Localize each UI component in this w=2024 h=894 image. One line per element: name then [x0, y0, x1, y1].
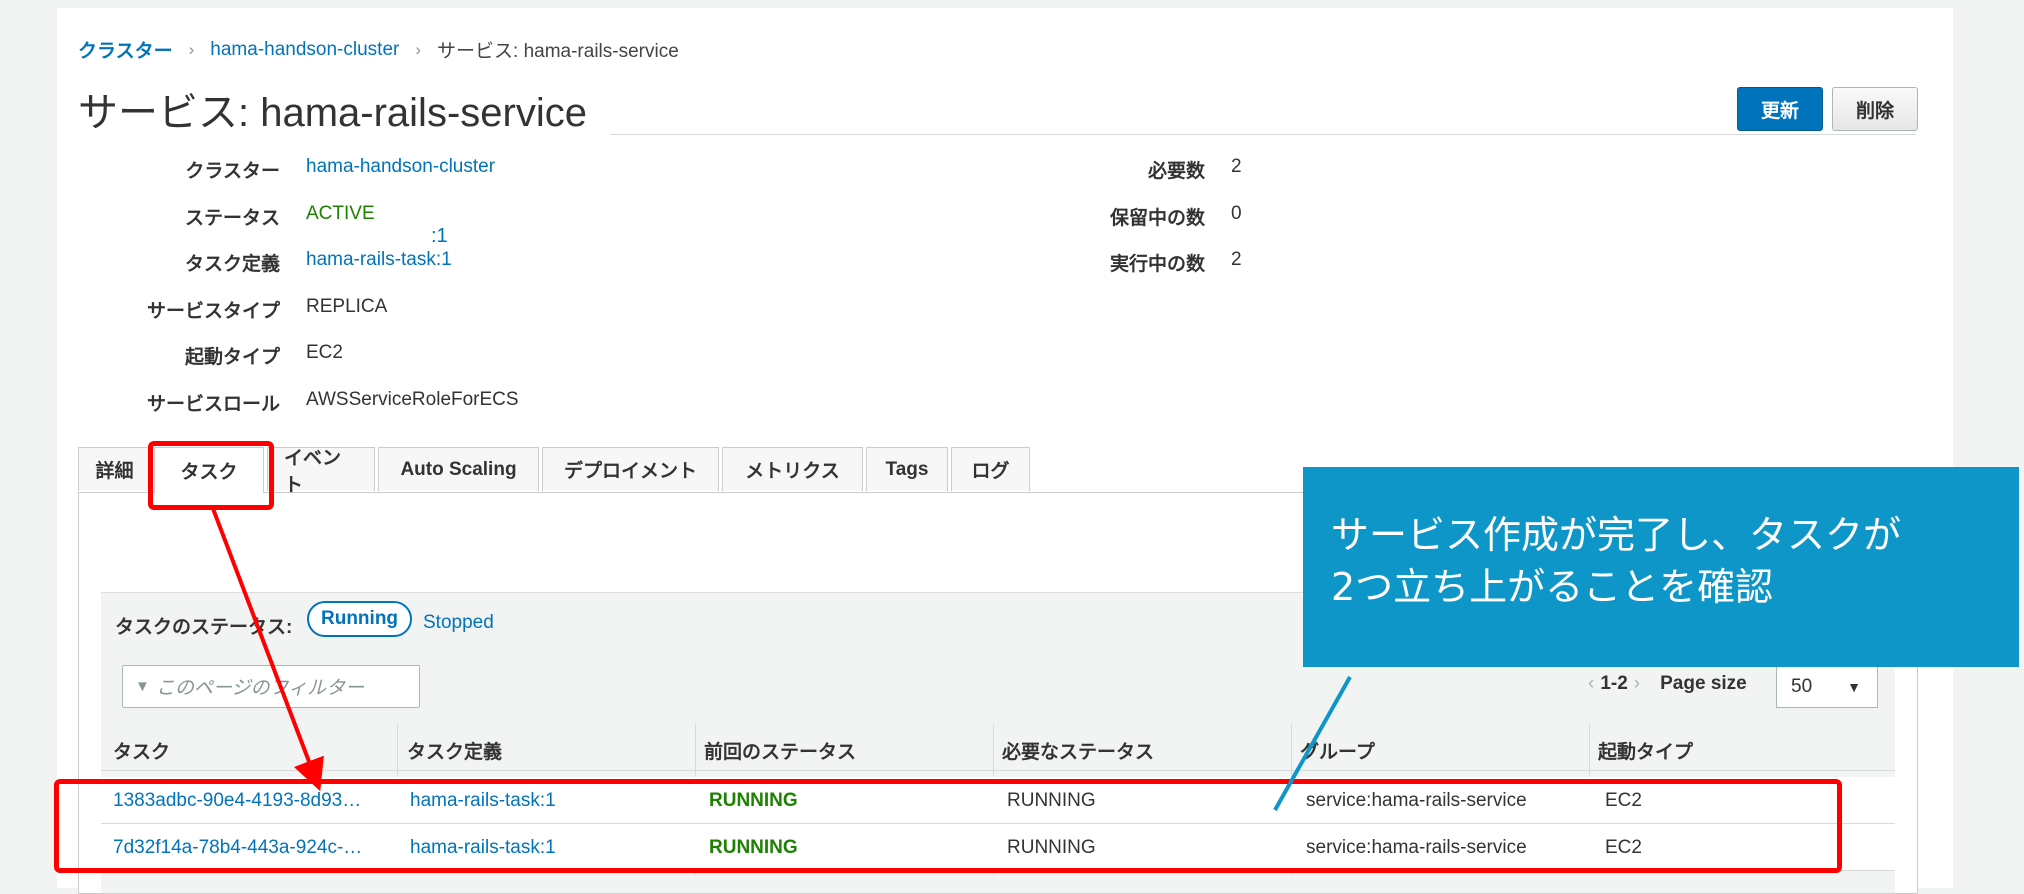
arrow-to-task-rows — [210, 505, 324, 792]
callout-pointer-line — [1273, 676, 1352, 811]
callout-line-1: サービス作成が完了し、タスクが — [1331, 513, 1902, 557]
callout-line-2: 2つ立ち上がることを確認 — [1331, 565, 1774, 609]
annotation-arrows — [210, 505, 1352, 811]
annotation-callout: サービス作成が完了し、タスクが 2つ立ち上がることを確認 — [1303, 467, 2019, 667]
